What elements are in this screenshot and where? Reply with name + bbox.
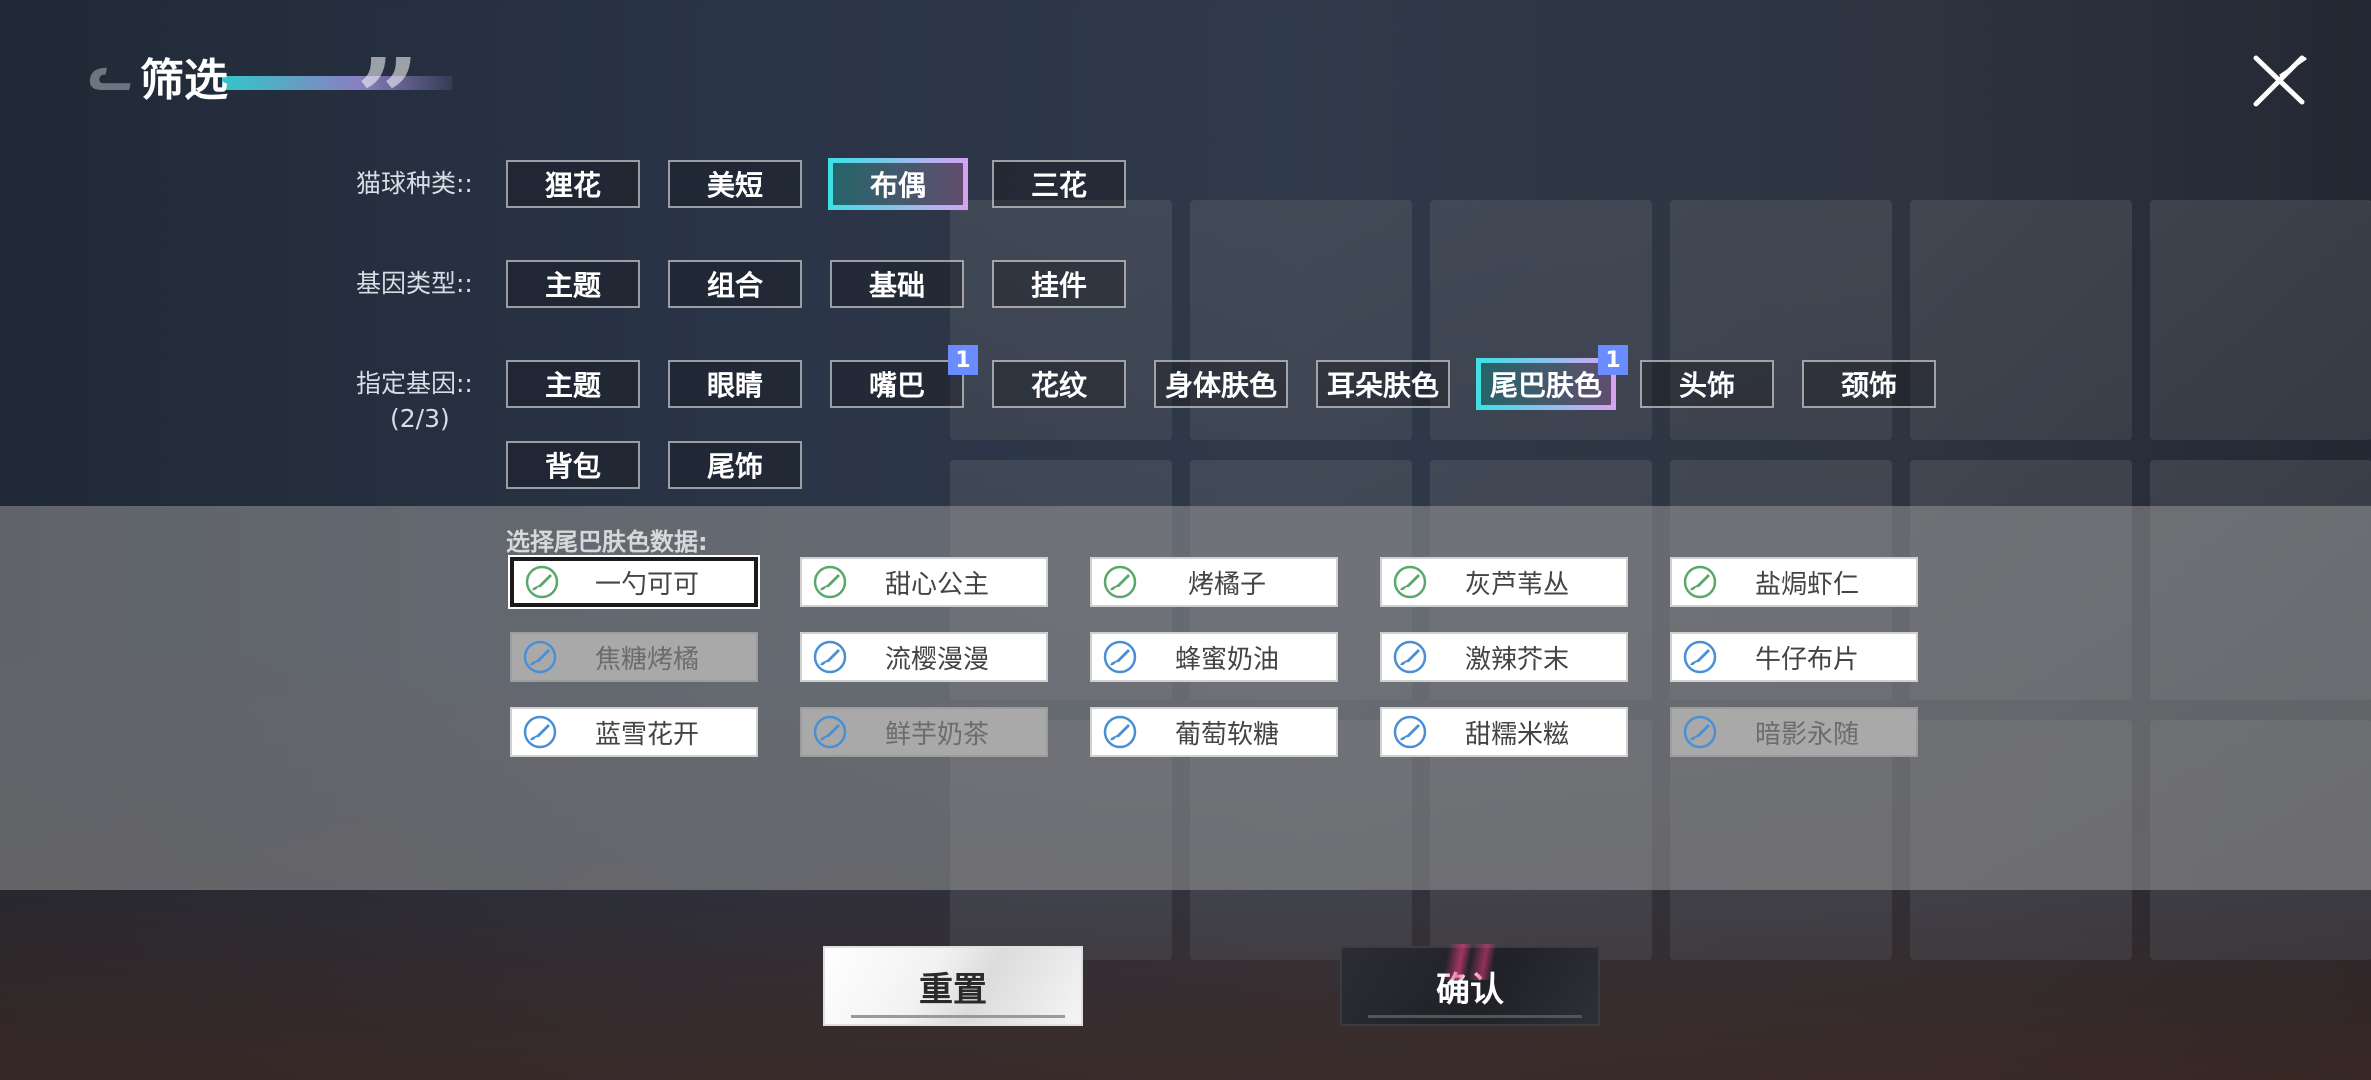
tail-color-option[interactable]: 牛仔布片 (1670, 632, 1918, 682)
tail-color-option-label: 葡萄软糖 (1174, 719, 1279, 750)
gene-type-chip-basic[interactable]: 基础 (830, 260, 964, 308)
tail-color-option-label: 暗影永随 (1754, 719, 1859, 750)
gene-chip-tail-accessory[interactable]: 尾饰 (668, 441, 802, 489)
gene-type-chip-pendant[interactable]: 挂件 (992, 260, 1126, 308)
gene-chip-body-color[interactable]: 身体肤色 (1154, 360, 1288, 408)
green-brush-icon (1102, 564, 1138, 600)
close-button[interactable] (2250, 52, 2308, 110)
cat-type-chip-buou[interactable]: 布偶 (828, 158, 968, 210)
green-brush-icon (812, 564, 848, 600)
tail-color-option-label: 烤橘子 (1187, 569, 1266, 600)
tail-color-option-label: 激辣芥末 (1464, 644, 1569, 675)
blue-brush-icon (522, 639, 558, 675)
tail-color-option-label: 蓝雪花开 (594, 719, 699, 750)
tail-color-option[interactable]: 甜糯米糍 (1380, 707, 1628, 757)
cat-type-chip-sanhua[interactable]: 三花 (992, 160, 1126, 208)
tail-color-option: 暗影永随 (1670, 707, 1918, 757)
cat-logo-icon: ᓚ (88, 46, 133, 102)
gene-chip-mouth[interactable]: 嘴巴 (830, 360, 964, 408)
quote-mark-icon: ” (356, 34, 420, 163)
tail-color-option-label: 鲜芋奶茶 (884, 719, 989, 750)
tail-color-option[interactable]: 蜂蜜奶油 (1090, 632, 1338, 682)
gene-type-label: 基因类型:: (356, 269, 473, 298)
blue-brush-icon (1682, 714, 1718, 750)
gene-chip-tail-color[interactable]: 尾巴肤色 (1476, 358, 1616, 410)
tail-color-option-label: 流樱漫漫 (884, 644, 989, 675)
blue-brush-icon (522, 714, 558, 750)
tail-color-option[interactable]: 一勺可可 (510, 557, 758, 607)
tail-color-option[interactable]: 流樱漫漫 (800, 632, 1048, 682)
green-brush-icon (524, 564, 560, 600)
green-brush-icon (1682, 564, 1718, 600)
tail-color-option-label: 蜂蜜奶油 (1174, 644, 1279, 675)
tail-color-option: 鲜芋奶茶 (800, 707, 1048, 757)
gene-chip-theme[interactable]: 主题 (506, 360, 640, 408)
gene-chip-backpack[interactable]: 背包 (506, 441, 640, 489)
blue-brush-icon (812, 639, 848, 675)
green-brush-icon (1392, 564, 1428, 600)
gene-chip-pattern[interactable]: 花纹 (992, 360, 1126, 408)
filter-header: ᓚ 筛选 ” (88, 40, 452, 154)
confirm-button[interactable]: 确认 (1340, 946, 1600, 1026)
tail-color-option-label: 甜糯米糍 (1464, 719, 1569, 750)
close-icon (2253, 55, 2307, 107)
gene-chip-eyes[interactable]: 眼睛 (668, 360, 802, 408)
specified-gene-label: 指定基因:: (356, 369, 473, 398)
gene-mouth-count-badge: 1 (948, 345, 978, 375)
tail-color-option: 焦糖烤橘 (510, 632, 758, 682)
cat-type-chip-lihua[interactable]: 狸花 (506, 160, 640, 208)
gene-chip-ear-color[interactable]: 耳朵肤色 (1316, 360, 1450, 408)
tail-color-option[interactable]: 激辣芥末 (1380, 632, 1628, 682)
page-title: 筛选 (140, 55, 228, 106)
gene-type-chip-combo[interactable]: 组合 (668, 260, 802, 308)
tail-color-option[interactable]: 甜心公主 (800, 557, 1048, 607)
cat-type-chip-meiduan[interactable]: 美短 (668, 160, 802, 208)
cat-type-label: 猫球种类:: (356, 169, 473, 198)
gene-tail-color-count-badge: 1 (1598, 345, 1628, 375)
blue-brush-icon (1392, 639, 1428, 675)
blue-brush-icon (1102, 639, 1138, 675)
tail-color-option[interactable]: 葡萄软糖 (1090, 707, 1338, 757)
gene-chip-headwear[interactable]: 头饰 (1640, 360, 1774, 408)
tail-color-option-label: 盐焗虾仁 (1754, 569, 1859, 600)
gene-type-chip-theme[interactable]: 主题 (506, 260, 640, 308)
tail-color-option[interactable]: 灰芦苇丛 (1380, 557, 1628, 607)
blue-brush-icon (1392, 714, 1428, 750)
blue-brush-icon (1102, 714, 1138, 750)
tail-color-option[interactable]: 烤橘子 (1090, 557, 1338, 607)
reset-button[interactable]: 重置 (823, 946, 1083, 1026)
tail-color-option[interactable]: 盐焗虾仁 (1670, 557, 1918, 607)
data-panel-label: 选择尾巴肤色数据: (506, 528, 708, 556)
tail-color-option[interactable]: 蓝雪花开 (510, 707, 758, 757)
tail-color-option-label: 甜心公主 (884, 569, 989, 600)
blue-brush-icon (1682, 639, 1718, 675)
blue-brush-icon (812, 714, 848, 750)
tail-color-option-label: 焦糖烤橘 (594, 644, 699, 675)
specified-gene-count: (2/3) (390, 404, 450, 433)
tail-color-option-label: 一勺可可 (594, 569, 699, 600)
tail-color-option-label: 牛仔布片 (1754, 644, 1859, 675)
tail-color-option-label: 灰芦苇丛 (1464, 569, 1569, 600)
gene-chip-neckwear[interactable]: 颈饰 (1802, 360, 1936, 408)
